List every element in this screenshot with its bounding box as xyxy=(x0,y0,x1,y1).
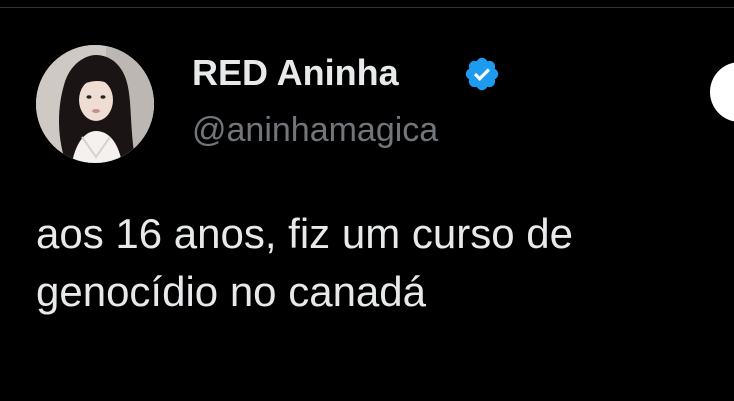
verified-badge-icon xyxy=(465,57,499,91)
handle[interactable]: @aninhamagica xyxy=(192,110,438,150)
top-divider xyxy=(0,0,734,8)
tweet-text: aos 16 anos, fiz um curso de genocídio n… xyxy=(36,205,734,321)
tweet-text-line: aos 16 anos, fiz um curso de xyxy=(36,210,573,257)
tweet: RED Aninha @aninhamagica aos 16 anos, fi… xyxy=(0,0,734,401)
more-options-button[interactable] xyxy=(710,62,734,122)
tweet-text-line: genocídio no canadá xyxy=(36,268,426,315)
avatar[interactable] xyxy=(36,45,154,163)
display-name[interactable]: RED Aninha xyxy=(192,52,399,94)
